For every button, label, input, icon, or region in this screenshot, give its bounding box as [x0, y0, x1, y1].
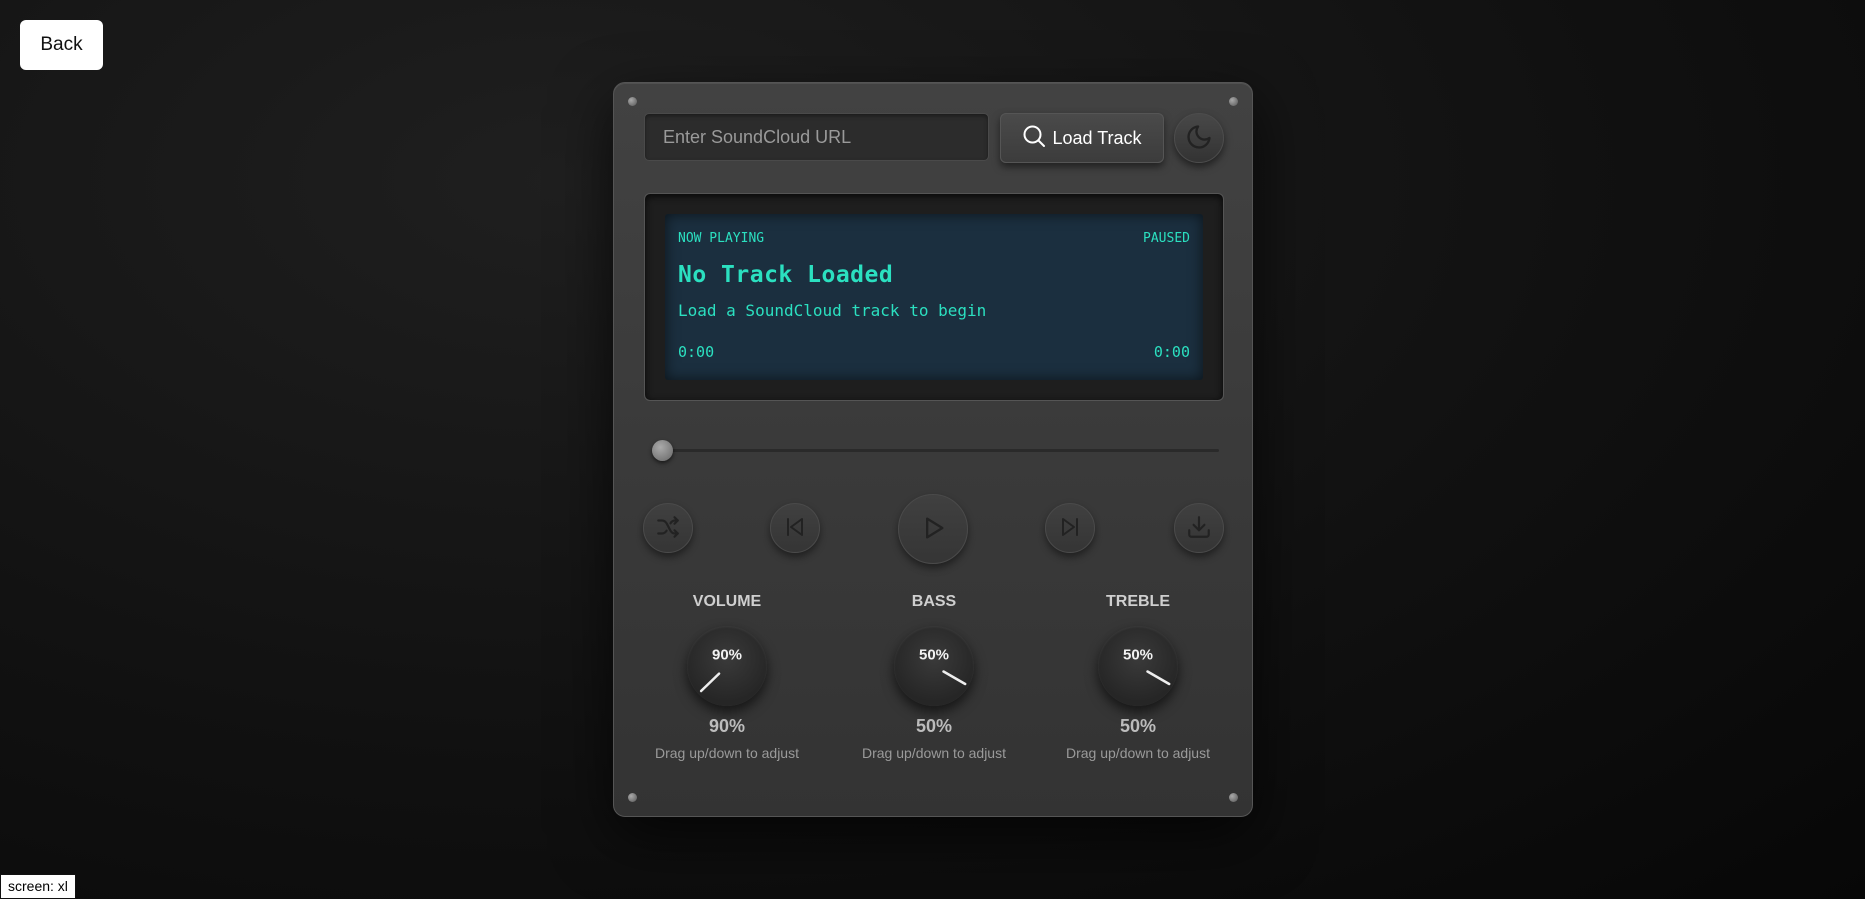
treble-control: TREBLE 50% 50% Drag up/down to adjust: [1058, 593, 1218, 761]
theme-toggle-button[interactable]: [1174, 113, 1224, 163]
volume-knob[interactable]: 90%: [687, 626, 767, 706]
lcd-screen: NOW PLAYING PAUSED No Track Loaded Load …: [665, 214, 1203, 380]
play-button[interactable]: [898, 494, 968, 564]
play-icon: [919, 514, 947, 545]
treble-knob[interactable]: 50%: [1098, 626, 1178, 706]
current-time: 0:00: [678, 343, 715, 361]
knob-hint: Drag up/down to adjust: [862, 745, 1006, 761]
knob-inner-value: 50%: [1122, 646, 1154, 664]
screw-top-right: [1229, 97, 1238, 106]
load-track-button[interactable]: Load Track: [1000, 113, 1164, 163]
search-icon: [1022, 124, 1046, 153]
back-button[interactable]: Back: [20, 20, 103, 70]
knob-inner-value: 90%: [711, 646, 743, 664]
knob-value: 90%: [708, 716, 746, 736]
shuffle-icon: [655, 514, 681, 543]
download-button[interactable]: [1174, 503, 1224, 553]
screen-size-tag: screen: xl: [0, 874, 76, 899]
screw-top-left: [628, 97, 637, 106]
progress-track[interactable]: [654, 449, 1219, 452]
download-icon: [1186, 514, 1212, 543]
knob-inner-value: 50%: [918, 646, 950, 664]
knob-value: 50%: [915, 716, 953, 736]
bass-control: BASS 50% 50% Drag up/down to adjust: [854, 593, 1014, 761]
previous-track-button[interactable]: [770, 503, 820, 553]
knob-label: TREBLE: [1106, 593, 1170, 610]
knob-value: 50%: [1119, 716, 1157, 736]
next-track-button[interactable]: [1045, 503, 1095, 553]
track-title: No Track Loaded: [678, 262, 894, 288]
soundcloud-url-input[interactable]: [644, 113, 989, 161]
skip-back-icon: [783, 515, 807, 542]
volume-control: VOLUME 90% 90% Drag up/down to adjust: [647, 593, 807, 761]
now-playing-label: NOW PLAYING: [678, 231, 765, 246]
screw-bottom-left: [628, 793, 637, 802]
screw-bottom-right: [1229, 793, 1238, 802]
playback-status: PAUSED: [1143, 231, 1190, 246]
knob-label: BASS: [911, 593, 957, 610]
display-frame: NOW PLAYING PAUSED No Track Loaded Load …: [644, 193, 1224, 401]
knob-hint: Drag up/down to adjust: [1066, 745, 1210, 761]
moon-icon: [1185, 123, 1213, 154]
track-subtitle: Load a SoundCloud track to begin: [678, 301, 987, 320]
knob-label: VOLUME: [692, 593, 762, 610]
load-track-label: Load Track: [1052, 127, 1142, 148]
player-panel: Load Track NOW PLAYING PAUSED No Track L…: [613, 82, 1253, 817]
bass-knob[interactable]: 50%: [894, 626, 974, 706]
shuffle-button[interactable]: [643, 503, 693, 553]
skip-forward-icon: [1058, 515, 1082, 542]
progress-thumb[interactable]: [652, 440, 673, 461]
knob-hint: Drag up/down to adjust: [655, 745, 799, 761]
track-duration: 0:00: [1153, 343, 1190, 361]
